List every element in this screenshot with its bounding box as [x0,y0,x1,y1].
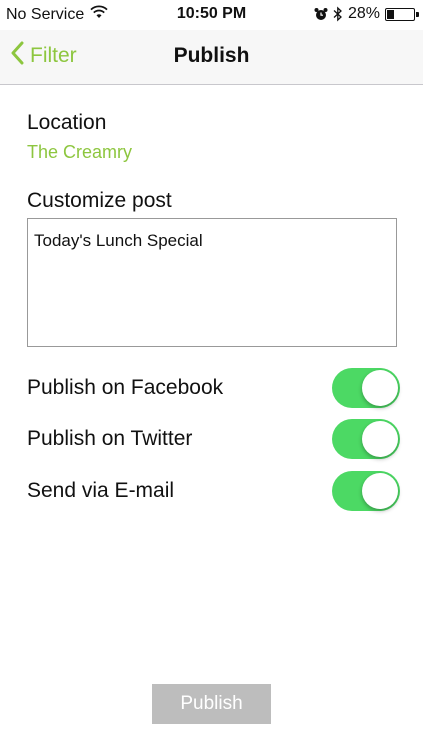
publish-screen: No Service 10:50 PM 28% Filter Publish L… [0,0,423,750]
customize-post-label: Customize post [27,189,172,212]
status-bar: No Service 10:50 PM 28% [0,0,423,30]
bluetooth-icon [333,6,343,22]
battery-percent: 28% [347,5,380,22]
email-option-row: Send via E-mail [27,471,400,513]
twitter-option-label: Publish on Twitter [27,427,193,450]
location-value-link[interactable]: The Creamry [27,142,132,163]
toggle-knob [362,421,398,457]
email-toggle[interactable] [332,471,400,511]
battery-fill [387,9,394,19]
page-title: Publish [173,44,250,67]
publish-button[interactable]: Publish [152,684,271,724]
email-option-label: Send via E-mail [27,479,175,502]
navigation-bar: Filter Publish [0,30,423,85]
twitter-option-row: Publish on Twitter [27,419,400,461]
facebook-toggle[interactable] [332,368,400,408]
post-text-area[interactable]: Today's Lunch Special [27,218,397,347]
toggle-knob [362,473,398,509]
twitter-toggle[interactable] [332,419,400,459]
facebook-option-label: Publish on Facebook [27,376,224,399]
battery-icon [385,7,419,21]
toggle-knob [362,370,398,406]
location-label: Location [27,111,107,134]
alarm-clock-icon [314,7,328,21]
status-right: 28% [314,5,419,23]
facebook-option-row: Publish on Facebook [27,368,400,410]
